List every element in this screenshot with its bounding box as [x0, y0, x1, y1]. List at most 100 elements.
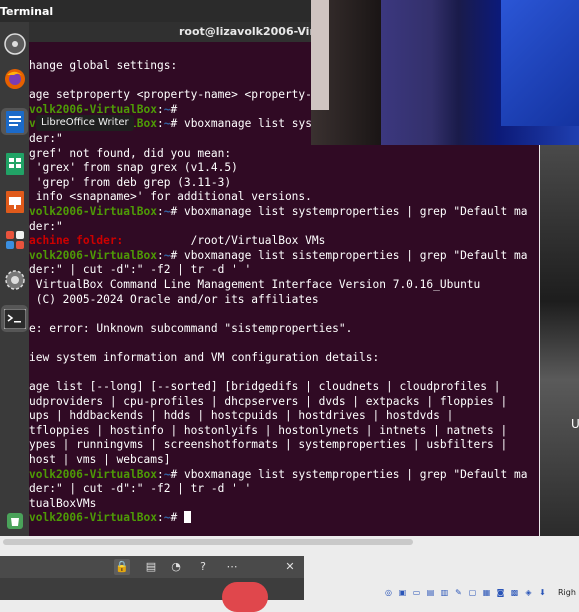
- terminal-text: # vboxmanage list syst: [170, 117, 319, 131]
- tray-host-key-label: Righ: [558, 588, 576, 597]
- terminal-text: der:" | cut -d":" -f2 | tr -d ' ': [29, 263, 252, 277]
- terminal-line: (C) 2005-2024 Oracle and/or its affiliat…: [29, 293, 539, 308]
- background-window: U: [540, 145, 579, 536]
- terminal-line: 'grep' from deb grep (3.11-3): [29, 176, 539, 191]
- terminal-text: der:": [29, 131, 63, 145]
- tray-window-icon[interactable]: ▦: [482, 588, 491, 598]
- terminal-text: :: [156, 248, 164, 262]
- terminal-line: info <snapname>' for additional versions…: [29, 190, 539, 205]
- help-icon[interactable]: ?: [195, 559, 211, 575]
- terminal-text: age list [--long] [--sorted] [bridgedifs…: [29, 380, 501, 394]
- terminal-line: der:": [29, 220, 539, 235]
- background-window-letter: U: [571, 417, 579, 431]
- record-button[interactable]: [222, 582, 268, 612]
- terminal-cursor: [183, 511, 191, 524]
- calc-icon[interactable]: [1, 150, 28, 177]
- terminal-line: der:" | cut -d":" -f2 | tr -d ' ': [29, 263, 539, 278]
- terminal-text: (C) 2005-2024 Oracle and/or its affiliat…: [29, 292, 319, 306]
- terminal-text: e: error: Unknown subcommand "sistemprop…: [29, 321, 353, 335]
- terminal-line: ypes | runningvms | screenshotformats | …: [29, 438, 539, 453]
- terminal-line: VirtualBox Command Line Management Inter…: [29, 278, 539, 293]
- terminal-text: # vboxmanage list sistemproperties | gre…: [170, 248, 528, 262]
- terminal-line: volk2006-VirtualBox:~#: [29, 511, 539, 526]
- horizontal-scrollbar[interactable]: [0, 536, 417, 548]
- terminal-text: # vboxmanage list systemproperties | gre…: [170, 467, 528, 481]
- terminal-line: e: error: Unknown subcommand "sistemprop…: [29, 322, 539, 337]
- folder-icon[interactable]: ▤: [143, 559, 159, 575]
- terminal-text: 'grep' from deb grep (3.11-3): [29, 175, 232, 189]
- terminal-text: :: [156, 467, 164, 481]
- terminal-line: age list [--long] [--sorted] [bridgedifs…: [29, 380, 539, 395]
- terminal-line: der:" | cut -d":" -f2 | tr -d ' ': [29, 482, 539, 497]
- lock-icon[interactable]: 🔒: [114, 559, 130, 575]
- tray-monitor-icon[interactable]: ▢: [468, 588, 477, 598]
- terminal-text: tfloppies | hostinfo | hostonlyifs | hos…: [29, 423, 508, 437]
- terminal-icon[interactable]: [1, 305, 28, 332]
- more-icon[interactable]: ⋯: [224, 559, 240, 575]
- terminal-text: info <snapname>' for additional versions…: [29, 190, 312, 204]
- tray-mouse-icon[interactable]: ◈: [524, 588, 533, 598]
- firefox-icon[interactable]: [1, 65, 28, 92]
- terminal-line: tfloppies | hostinfo | hostonlyifs | hos…: [29, 424, 539, 439]
- terminal-line: host | vms | webcams]: [29, 453, 539, 468]
- terminal-text: der:": [29, 219, 63, 233]
- tray-arrow-icon[interactable]: ⬇: [538, 588, 547, 598]
- horizontal-scrollbar-thumb[interactable]: [3, 539, 413, 545]
- prompt-host: volk2006-VirtualBox: [29, 102, 157, 116]
- app-center-icon[interactable]: [1, 226, 28, 253]
- tray-record-icon[interactable]: ◙: [496, 588, 505, 598]
- terminal-line: volk2006-VirtualBox:~# vboxmanage list s…: [29, 249, 539, 264]
- terminal-text: iew system information and VM configurat…: [29, 350, 380, 364]
- terminal-text: VirtualBox Command Line Management Inter…: [29, 277, 481, 291]
- active-app-name[interactable]: Terminal: [0, 5, 53, 18]
- terminal-text: :: [156, 204, 164, 218]
- tray-pencil-icon[interactable]: ✎: [454, 588, 463, 598]
- impress-icon[interactable]: [1, 188, 28, 215]
- terminal-text: # vboxmanage list systemproperties | gre…: [170, 204, 528, 218]
- terminal-text: :: [156, 117, 164, 131]
- tray-network-icon[interactable]: ◎: [384, 588, 393, 598]
- terminal-text: tualBoxVMs: [29, 496, 97, 510]
- bottom-app-toolbar: 🔒 ▤ ◔ ? ⋯ ✕: [0, 556, 304, 612]
- terminal-line: ups | hddbackends | hdds | hostcpuids | …: [29, 409, 539, 424]
- terminal-text: :: [156, 511, 164, 525]
- terminal-text: ups | hddbackends | hdds | hostcpuids | …: [29, 409, 454, 423]
- terminal-text: ypes | runningvms | screenshotformats | …: [29, 438, 508, 452]
- terminal-text: :: [156, 102, 164, 116]
- close-icon[interactable]: ✕: [282, 559, 298, 575]
- terminal-text: 'grex' from snap grex (v1.4.5): [29, 161, 238, 175]
- disc-icon[interactable]: [1, 30, 28, 57]
- writer-icon[interactable]: [1, 108, 28, 135]
- toolbar-strip: 🔒 ▤ ◔ ? ⋯ ✕: [0, 556, 304, 578]
- terminal-text: #: [170, 102, 184, 116]
- terminal-line: volk2006-VirtualBox:~# vboxmanage list s…: [29, 468, 539, 483]
- terminal-text: host | vms | webcams]: [29, 453, 171, 467]
- terminal-line: udproviders | cpu-profiles | dhcpservers…: [29, 395, 539, 410]
- webcam-face: [311, 0, 329, 110]
- terminal-line: tualBoxVMs: [29, 497, 539, 512]
- terminal-line: iew system information and VM configurat…: [29, 351, 539, 366]
- prompt-host: volk2006-VirtualBox: [29, 248, 157, 262]
- tray-usb-icon[interactable]: ▤: [426, 588, 435, 598]
- tray-display-icon[interactable]: ▭: [412, 588, 421, 598]
- webcam-background-picture: [501, 0, 579, 126]
- system-tray: ◎ ▣ ▭ ▤ ▥ ✎ ▢ ▦ ◙ ▩ ◈ ⬇ Righ: [384, 588, 579, 600]
- tray-shared-folder-icon[interactable]: ▥: [440, 588, 449, 598]
- terminal-text: der:" | cut -d":" -f2 | tr -d ' ': [29, 482, 252, 496]
- terminal-text: hange global settings:: [29, 59, 178, 72]
- prompt-host: volk2006-VirtualBox: [29, 204, 157, 218]
- tray-disk-icon[interactable]: ▣: [398, 588, 407, 598]
- tray-cpu-icon[interactable]: ▩: [510, 588, 519, 598]
- prompt-host: volk2006-VirtualBox: [29, 511, 157, 525]
- terminal-titlebar[interactable]: root@lizavolk2006-VirtualBox: [29, 22, 311, 42]
- terminal-line: achine folder: /root/VirtualBox VMs: [29, 234, 539, 249]
- dock-tooltip: LibreOffice Writer: [36, 115, 134, 131]
- terminal-line: gref' not found, did you mean:: [29, 147, 539, 162]
- gear-icon[interactable]: [1, 266, 28, 293]
- clock-icon[interactable]: ◔: [168, 559, 184, 575]
- trash-icon[interactable]: [1, 507, 28, 534]
- dock: [0, 22, 29, 536]
